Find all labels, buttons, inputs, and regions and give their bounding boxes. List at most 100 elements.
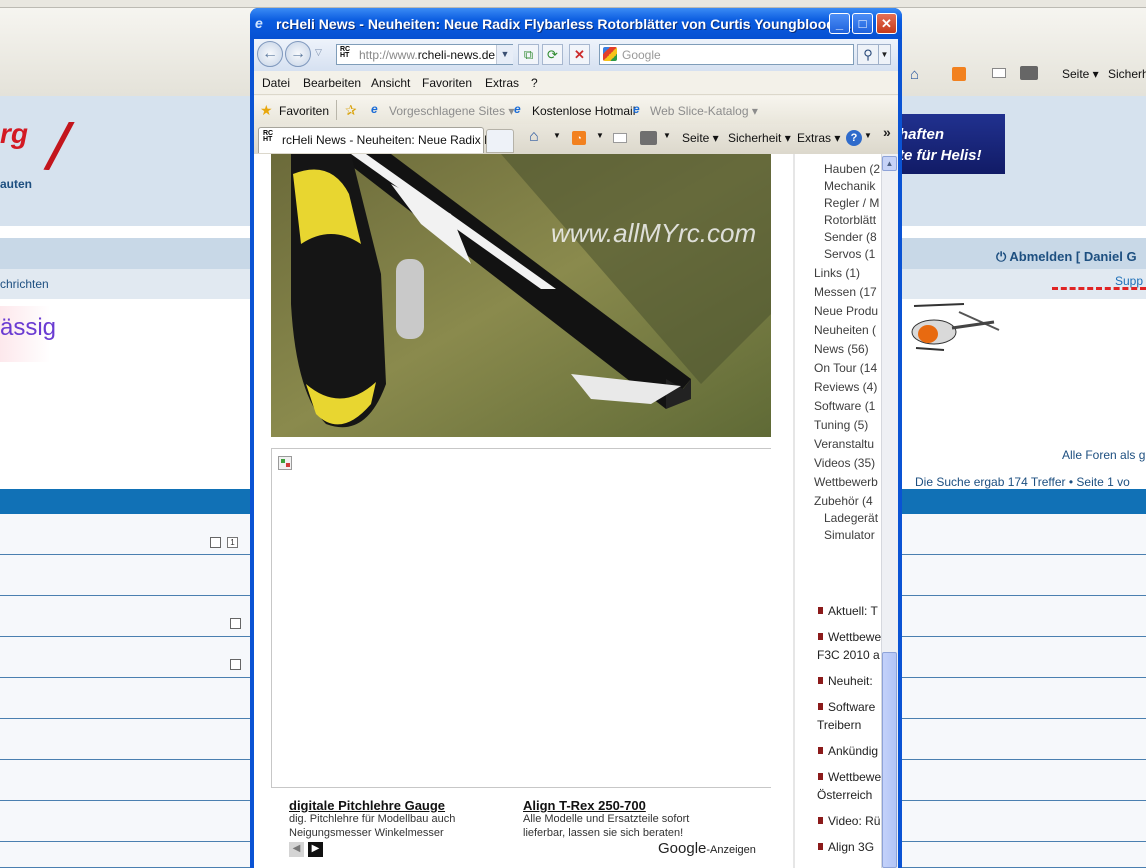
- sidebar-news-item[interactable]: Neuheit:: [818, 672, 873, 690]
- background-page-badge[interactable]: 1: [227, 537, 238, 548]
- search-go-icon[interactable]: ⚲: [857, 44, 879, 65]
- sidebar-news-item[interactable]: Wettbewe: [818, 768, 881, 786]
- sidebar-category[interactable]: On Tour (14: [814, 361, 877, 375]
- background-rss-icon[interactable]: [952, 67, 966, 81]
- minimize-button[interactable]: _: [829, 13, 850, 34]
- background-mail-icon[interactable]: [992, 68, 1006, 78]
- menu-extras[interactable]: Extras: [485, 76, 519, 90]
- sidebar-category[interactable]: Software (1: [814, 399, 875, 413]
- background-table-row[interactable]: [902, 760, 1146, 801]
- back-button[interactable]: ←: [257, 41, 283, 67]
- favorites-button[interactable]: Favoriten: [279, 104, 329, 118]
- background-ad-banner[interactable]: haften te für Helis!: [893, 114, 1005, 174]
- sidebar-category[interactable]: Messen (17: [814, 285, 877, 299]
- background-table-row[interactable]: [902, 555, 1146, 596]
- sidebar-category[interactable]: News (56): [814, 342, 869, 356]
- address-url[interactable]: http://www.rcheli-news.de: [359, 48, 495, 62]
- maximize-button[interactable]: □: [852, 13, 873, 34]
- address-dropdown-icon[interactable]: ▼: [496, 45, 513, 64]
- background-table-row[interactable]: [902, 637, 1146, 678]
- rss-dropdown-icon[interactable]: ▼: [596, 131, 604, 140]
- sidebar-news-item-cont[interactable]: Treibern: [817, 716, 861, 734]
- sidebar-news-item[interactable]: Ankündig: [818, 742, 878, 760]
- scroll-up-icon[interactable]: ▲: [882, 156, 897, 171]
- sidebar-news-item[interactable]: Align 3G: [818, 838, 874, 856]
- print-icon[interactable]: [640, 131, 657, 145]
- sidebar-news-item[interactable]: Video: Rü: [818, 812, 880, 830]
- background-support-link[interactable]: Supp: [1115, 274, 1143, 288]
- ads-prev-icon[interactable]: ◀: [289, 842, 304, 857]
- embedded-ad-frame[interactable]: [271, 448, 771, 788]
- scrollbar-thumb[interactable]: [882, 652, 897, 868]
- sidebar-news-item-cont[interactable]: Österreich: [817, 786, 872, 804]
- menu-help[interactable]: ?: [531, 76, 538, 90]
- sidebar-category[interactable]: Links (1): [814, 266, 860, 280]
- sidebar-category[interactable]: Ladegerät: [824, 511, 878, 525]
- forward-button[interactable]: →: [285, 41, 311, 67]
- sidebar-category[interactable]: Servos (1: [824, 247, 875, 261]
- help-dropdown-icon[interactable]: ▼: [864, 131, 872, 140]
- sidebar-category[interactable]: Veranstaltu: [814, 437, 874, 451]
- sidebar-category[interactable]: Hauben (2: [824, 162, 880, 176]
- ad-link-2[interactable]: Align T-Rex 250-700: [523, 798, 646, 813]
- home-icon[interactable]: ⌂: [529, 128, 539, 146]
- menu-ansicht[interactable]: Ansicht: [371, 76, 410, 90]
- background-table-row[interactable]: [0, 555, 250, 596]
- sidebar-category[interactable]: Wettbewerb: [814, 475, 878, 489]
- background-print-icon[interactable]: [1020, 66, 1038, 80]
- sidebar-category[interactable]: Reviews (4): [814, 380, 877, 394]
- sidebar-category[interactable]: Mechanik: [824, 179, 875, 193]
- menu-favoriten[interactable]: Favoriten: [422, 76, 472, 90]
- sidebar-category[interactable]: Tuning (5): [814, 418, 868, 432]
- search-options-icon[interactable]: ▼: [879, 44, 891, 65]
- background-table-row[interactable]: [902, 801, 1146, 842]
- sidebar-category[interactable]: Sender (8: [824, 230, 877, 244]
- ad-link-1[interactable]: digitale Pitchlehre Gauge: [289, 798, 445, 813]
- ads-next-icon[interactable]: ▶: [308, 842, 323, 857]
- background-home-icon[interactable]: ⌂: [910, 66, 919, 83]
- menu-bearbeiten[interactable]: Bearbeiten: [303, 76, 361, 90]
- tools-menu[interactable]: Extras ▾: [797, 131, 840, 145]
- rss-feed-icon[interactable]: ◔: [572, 131, 586, 145]
- menu-datei[interactable]: Datei: [262, 76, 290, 90]
- print-dropdown-icon[interactable]: ▼: [663, 131, 671, 140]
- compatibility-view-icon[interactable]: ⧉: [518, 44, 539, 65]
- background-table-row[interactable]: [902, 514, 1146, 555]
- background-logout-link[interactable]: ⏻ Abmelden [ Daniel G: [996, 249, 1137, 265]
- sidebar-category[interactable]: Zubehör (4: [814, 494, 873, 508]
- history-dropdown-icon[interactable]: ▽: [315, 47, 322, 58]
- page-menu[interactable]: Seite ▾: [682, 131, 719, 145]
- background-table-row[interactable]: 1: [0, 514, 250, 555]
- sidebar-category[interactable]: Videos (35): [814, 456, 875, 470]
- new-tab-button[interactable]: [486, 129, 514, 153]
- background-sicherheit-menu[interactable]: Sicherhe: [1108, 67, 1146, 81]
- close-button[interactable]: ✕: [876, 13, 897, 34]
- add-favorite-icon[interactable]: ✰: [345, 102, 357, 119]
- background-table-row[interactable]: [902, 719, 1146, 760]
- sidebar-category[interactable]: Neue Produ: [814, 304, 878, 318]
- sidebar-news-item[interactable]: Aktuell: T: [818, 602, 878, 620]
- background-table-row[interactable]: [0, 760, 250, 801]
- background-table-row[interactable]: [0, 801, 250, 842]
- background-table-row[interactable]: [902, 678, 1146, 719]
- google-ads-label[interactable]: Google-Anzeigen: [658, 840, 756, 857]
- read-mail-icon[interactable]: [613, 133, 627, 143]
- stop-icon[interactable]: ✕: [569, 44, 590, 65]
- sidebar-category[interactable]: Neuheiten (: [814, 323, 876, 337]
- background-all-forums-link[interactable]: Alle Foren als g: [1062, 448, 1145, 462]
- background-table-row[interactable]: [902, 842, 1146, 868]
- sidebar-news-item-cont[interactable]: F3C 2010 a: [817, 646, 880, 664]
- safety-menu[interactable]: Sicherheit ▾: [728, 131, 791, 145]
- background-nav-link[interactable]: chrichten: [0, 277, 49, 291]
- background-table-row[interactable]: [902, 596, 1146, 637]
- background-table-row[interactable]: [0, 596, 250, 637]
- sidebar-news-item[interactable]: Wettbewe: [818, 628, 881, 646]
- hotmail-link[interactable]: Kostenlose Hotmail: [532, 104, 635, 118]
- background-table-row[interactable]: [0, 637, 250, 678]
- background-seite-menu[interactable]: Seite ▾: [1062, 67, 1099, 81]
- background-table-row[interactable]: [0, 719, 250, 760]
- webslice-link[interactable]: Web Slice-Katalog ▾: [650, 104, 758, 118]
- sidebar-category[interactable]: Rotorblätt: [824, 213, 876, 227]
- refresh-icon[interactable]: ⟳: [542, 44, 563, 65]
- suggested-sites-link[interactable]: Vorgeschlagene Sites ▾: [389, 104, 514, 118]
